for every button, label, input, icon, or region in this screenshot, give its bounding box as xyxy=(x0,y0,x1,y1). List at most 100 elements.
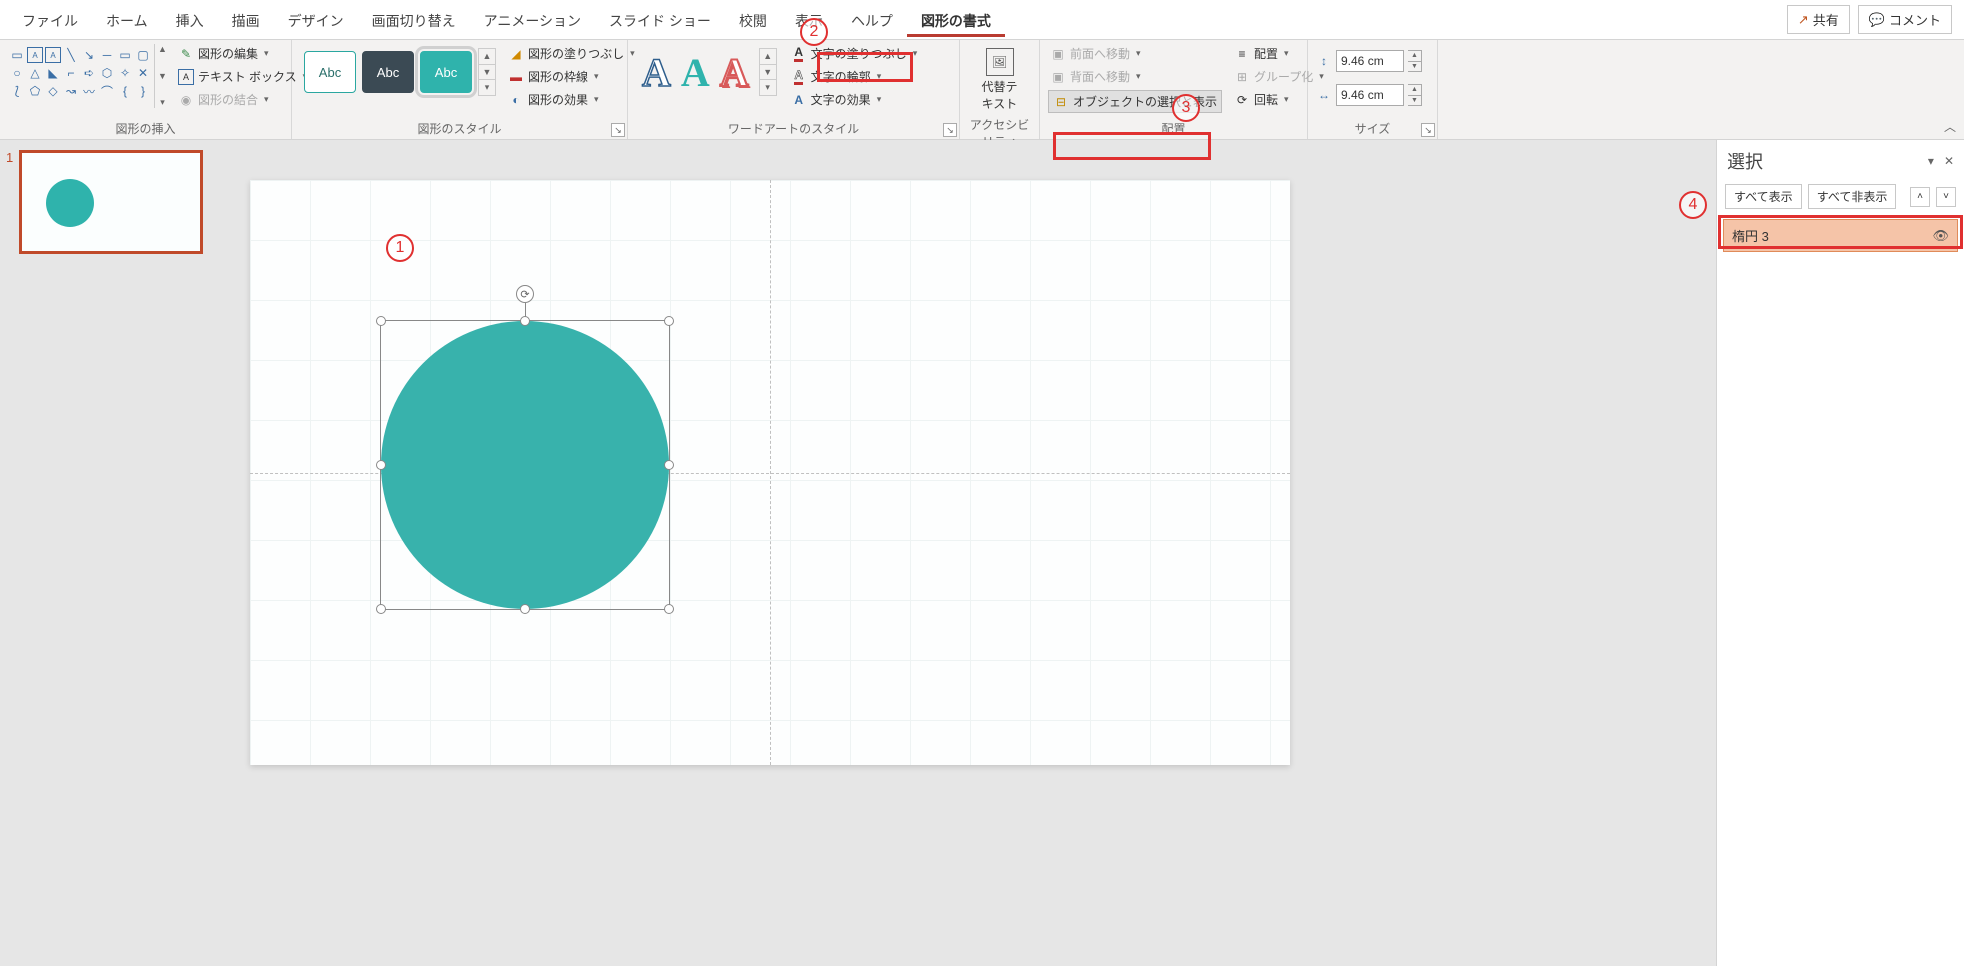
tab-view[interactable]: 表示 xyxy=(781,1,837,39)
text-outline-button[interactable]: A 文字の輪郭▾ xyxy=(789,67,920,86)
shape-rect3-icon[interactable]: ▢ xyxy=(135,47,151,63)
tab-animations[interactable]: アニメーション xyxy=(470,1,595,39)
tab-review[interactable]: 校閲 xyxy=(725,1,781,39)
shape-line2-icon[interactable]: ─ xyxy=(99,47,115,63)
style-swatch-1[interactable]: Abc xyxy=(304,51,356,93)
shape-ellipse[interactable] xyxy=(381,321,669,609)
tab-design[interactable]: デザイン xyxy=(274,1,358,39)
resize-handle-bl[interactable] xyxy=(376,604,386,614)
selection-pane-close-icon[interactable]: ✕ xyxy=(1944,154,1954,168)
height-input[interactable]: 9.46 cm xyxy=(1336,50,1404,72)
wordart-style-2[interactable]: A xyxy=(681,49,710,96)
style-gallery-more[interactable]: ▲▼▾ xyxy=(478,48,496,96)
shape-styles-launcher[interactable]: ↘ xyxy=(611,123,625,137)
text-outline-icon: A xyxy=(791,69,807,85)
wordart-gallery-more[interactable]: ▲▼▾ xyxy=(759,48,777,96)
shape-arrow2-icon[interactable]: ➪ xyxy=(81,65,97,81)
width-input[interactable]: 9.46 cm xyxy=(1336,84,1404,106)
move-up-button[interactable]: ˄ xyxy=(1910,187,1930,207)
selection-pane-button[interactable]: ⊟ オブジェクトの選択と表示 xyxy=(1048,90,1222,113)
selection-pane-options-icon[interactable]: ▾ xyxy=(1928,154,1934,168)
shape-outline-button[interactable]: ▬ 図形の枠線▾ xyxy=(506,67,637,86)
shape-line-icon[interactable]: ╲ xyxy=(63,47,79,63)
shape-textbox2-icon[interactable]: A xyxy=(45,47,61,63)
shape-cross-icon[interactable]: ✕ xyxy=(135,65,151,81)
tab-home[interactable]: ホーム xyxy=(92,1,162,39)
bring-forward-icon: ▣ xyxy=(1050,46,1066,62)
show-all-button[interactable]: すべて表示 xyxy=(1725,184,1802,209)
align-label: 配置 xyxy=(1254,45,1278,62)
resize-handle-br[interactable] xyxy=(664,604,674,614)
hide-all-button[interactable]: すべて非表示 xyxy=(1808,184,1897,209)
shape-hex-icon[interactable]: ⬡ xyxy=(99,65,115,81)
shape-textbox-icon[interactable]: A xyxy=(27,47,43,63)
tab-transitions[interactable]: 画面切り替え xyxy=(358,1,470,39)
shape-connector2-icon[interactable]: ↝ xyxy=(63,83,79,99)
collapse-ribbon-button[interactable]: ︿ xyxy=(1944,118,1956,135)
shape-arc-icon[interactable]: ⌒ xyxy=(99,83,115,99)
shape-rect-icon[interactable]: ▭ xyxy=(9,47,25,63)
shape-callout-icon[interactable]: ◇ xyxy=(45,83,61,99)
shape-style-gallery[interactable]: Abc Abc Abc ▲▼▾ xyxy=(300,44,500,100)
tab-insert[interactable]: 挿入 xyxy=(162,1,218,39)
move-down-button[interactable]: ˅ xyxy=(1936,187,1956,207)
text-fill-button[interactable]: A 文字の塗りつぶし▾ xyxy=(789,44,920,63)
shape-fill-button[interactable]: ◢ 図形の塗りつぶし▾ xyxy=(506,44,637,63)
selection-item-1-label: 楕円 3 xyxy=(1732,226,1769,245)
resize-handle-bm[interactable] xyxy=(520,604,530,614)
comment-icon: 💬 xyxy=(1869,12,1885,28)
edit-shape-label: 図形の編集 xyxy=(198,45,258,62)
shapes-gallery[interactable]: ▭ A A ╲ ↘ ─ ▭ ▢ ○ △ ◣ ⌐ ➪ xyxy=(8,44,154,108)
wordart-gallery[interactable]: A A A ▲▼▾ xyxy=(636,44,783,100)
text-effects-button[interactable]: A 文字の効果▾ xyxy=(789,90,920,109)
height-spinner[interactable]: ▲▼ xyxy=(1408,50,1422,72)
shape-connector-icon[interactable]: ⌐ xyxy=(63,65,79,81)
tab-help[interactable]: ヘルプ xyxy=(837,1,907,39)
shape-pent-icon[interactable]: ⬠ xyxy=(27,83,43,99)
slide[interactable]: ⟳ xyxy=(250,180,1290,765)
tab-slideshow[interactable]: スライド ショー xyxy=(595,1,725,39)
edit-shape-button[interactable]: ✎ 図形の編集▾ xyxy=(176,44,309,63)
rotation-handle[interactable]: ⟳ xyxy=(516,285,534,303)
width-spinner[interactable]: ▲▼ xyxy=(1408,84,1422,106)
wordart-launcher[interactable]: ↘ xyxy=(943,123,957,137)
shape-oval-icon[interactable]: ○ xyxy=(9,65,25,81)
alt-text-button[interactable]: 🖼 代替テキスト xyxy=(972,44,1028,116)
send-backward-button: ▣ 背面へ移動▾ xyxy=(1048,67,1222,86)
shape-brace-icon[interactable]: { xyxy=(117,83,133,99)
group-label-arrange: 配置 xyxy=(1048,120,1299,139)
shape-wave-icon[interactable]: 〰 xyxy=(81,83,97,99)
shape-rtriangle-icon[interactable]: ◣ xyxy=(45,65,61,81)
tabs-left: ファイル ホーム 挿入 描画 デザイン 画面切り替え アニメーション スライド … xyxy=(8,0,1005,39)
share-button[interactable]: ↗ 共有 xyxy=(1787,5,1850,34)
tab-shape-format[interactable]: 図形の書式 xyxy=(907,1,1005,39)
slide-canvas-area[interactable]: 1 ⟳ xyxy=(230,140,1716,966)
shape-rect2-icon[interactable]: ▭ xyxy=(117,47,133,63)
tab-file[interactable]: ファイル xyxy=(8,1,92,39)
resize-handle-tm[interactable] xyxy=(520,316,530,326)
wordart-style-3[interactable]: A xyxy=(720,49,749,96)
resize-handle-mr[interactable] xyxy=(664,460,674,470)
style-swatch-3[interactable]: Abc xyxy=(420,51,472,93)
shape-curve-icon[interactable]: ⟅ xyxy=(9,83,25,99)
selected-shape-bounding-box[interactable]: ⟳ xyxy=(380,320,670,610)
style-swatch-2[interactable]: Abc xyxy=(362,51,414,93)
selection-item-1[interactable]: 楕円 3 👁 xyxy=(1723,219,1958,252)
text-box-button[interactable]: A テキスト ボックス▾ xyxy=(176,67,309,86)
resize-handle-tr[interactable] xyxy=(664,316,674,326)
slide-thumbnail-1[interactable] xyxy=(19,150,203,254)
wordart-style-1[interactable]: A xyxy=(642,49,671,96)
shape-star-icon[interactable]: ✧ xyxy=(117,65,133,81)
shapes-gallery-more[interactable]: ▲▼▾ xyxy=(154,44,170,108)
resize-handle-ml[interactable] xyxy=(376,460,386,470)
shape-triangle-icon[interactable]: △ xyxy=(27,65,43,81)
visibility-toggle-icon[interactable]: 👁 xyxy=(1932,228,1949,244)
shape-arrow-icon[interactable]: ↘ xyxy=(81,47,97,63)
resize-handle-tl[interactable] xyxy=(376,316,386,326)
shape-effects-button[interactable]: ◐ 図形の効果▾ xyxy=(506,90,637,109)
tab-draw[interactable]: 描画 xyxy=(218,1,274,39)
comment-button[interactable]: 💬 コメント xyxy=(1858,5,1952,34)
size-launcher[interactable]: ↘ xyxy=(1421,123,1435,137)
bring-forward-button: ▣ 前面へ移動▾ xyxy=(1048,44,1222,63)
shape-brace2-icon[interactable]: } xyxy=(135,83,151,99)
